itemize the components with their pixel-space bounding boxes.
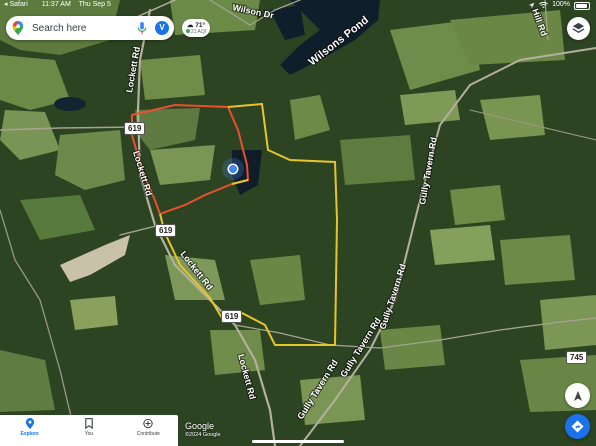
home-indicator[interactable] bbox=[252, 440, 344, 443]
nav-you-label: You bbox=[84, 431, 94, 437]
air-quality-index: 21 AQI bbox=[182, 29, 210, 35]
current-location-marker bbox=[222, 158, 244, 180]
add-circle-icon bbox=[143, 418, 153, 429]
weather-chip[interactable]: ☁ 71° 21 AQI bbox=[182, 19, 210, 37]
route-shield: 619 bbox=[155, 224, 177, 237]
directions-button[interactable] bbox=[565, 414, 590, 439]
layers-icon bbox=[572, 22, 585, 33]
bookmark-icon bbox=[85, 418, 93, 429]
satellite-map[interactable]: Wilsons Pond Lockett Rd Lockett Rd Locke… bbox=[0, 0, 596, 446]
microphone-icon[interactable] bbox=[137, 21, 147, 35]
nav-contribute-label: Contribute bbox=[136, 431, 160, 437]
route-shield: 745 bbox=[566, 351, 588, 364]
nav-explore[interactable]: Explore bbox=[0, 415, 59, 446]
location-pin-icon bbox=[25, 418, 34, 429]
location-arrow-icon bbox=[528, 2, 535, 8]
bottom-navigation: Explore You Contribute bbox=[0, 415, 178, 446]
nav-you[interactable]: You bbox=[59, 415, 118, 446]
search-input[interactable]: Search here bbox=[32, 23, 137, 34]
status-bar: ◂ Safari 11:37 AM Thu Sep 5 100% bbox=[0, 0, 596, 12]
status-time: 11:37 AM bbox=[41, 1, 71, 8]
layers-button[interactable] bbox=[567, 17, 590, 40]
weather-temperature: ☁ 71° bbox=[186, 22, 206, 29]
nav-contribute[interactable]: Contribute bbox=[119, 415, 178, 446]
copyright-text[interactable]: ©2024 Google bbox=[185, 432, 221, 438]
battery-percent: 100% bbox=[552, 1, 570, 8]
search-bar[interactable]: Search here V bbox=[6, 16, 174, 40]
back-to-app-link[interactable]: ◂ Safari bbox=[4, 1, 34, 8]
aqi-dot-icon bbox=[185, 29, 190, 33]
directions-icon bbox=[571, 420, 584, 433]
wifi-icon bbox=[539, 1, 549, 8]
route-shield: 619 bbox=[221, 310, 243, 323]
battery-icon bbox=[574, 1, 590, 10]
my-location-button[interactable] bbox=[565, 383, 590, 408]
google-maps-pin-icon bbox=[12, 21, 24, 35]
route-shield: 619 bbox=[124, 122, 146, 135]
account-avatar[interactable]: V bbox=[155, 21, 169, 35]
google-logo: Google bbox=[185, 421, 215, 431]
status-date: Thu Sep 5 bbox=[78, 1, 111, 8]
navigation-arrow-icon bbox=[573, 390, 582, 401]
nav-explore-label: Explore bbox=[20, 431, 39, 437]
